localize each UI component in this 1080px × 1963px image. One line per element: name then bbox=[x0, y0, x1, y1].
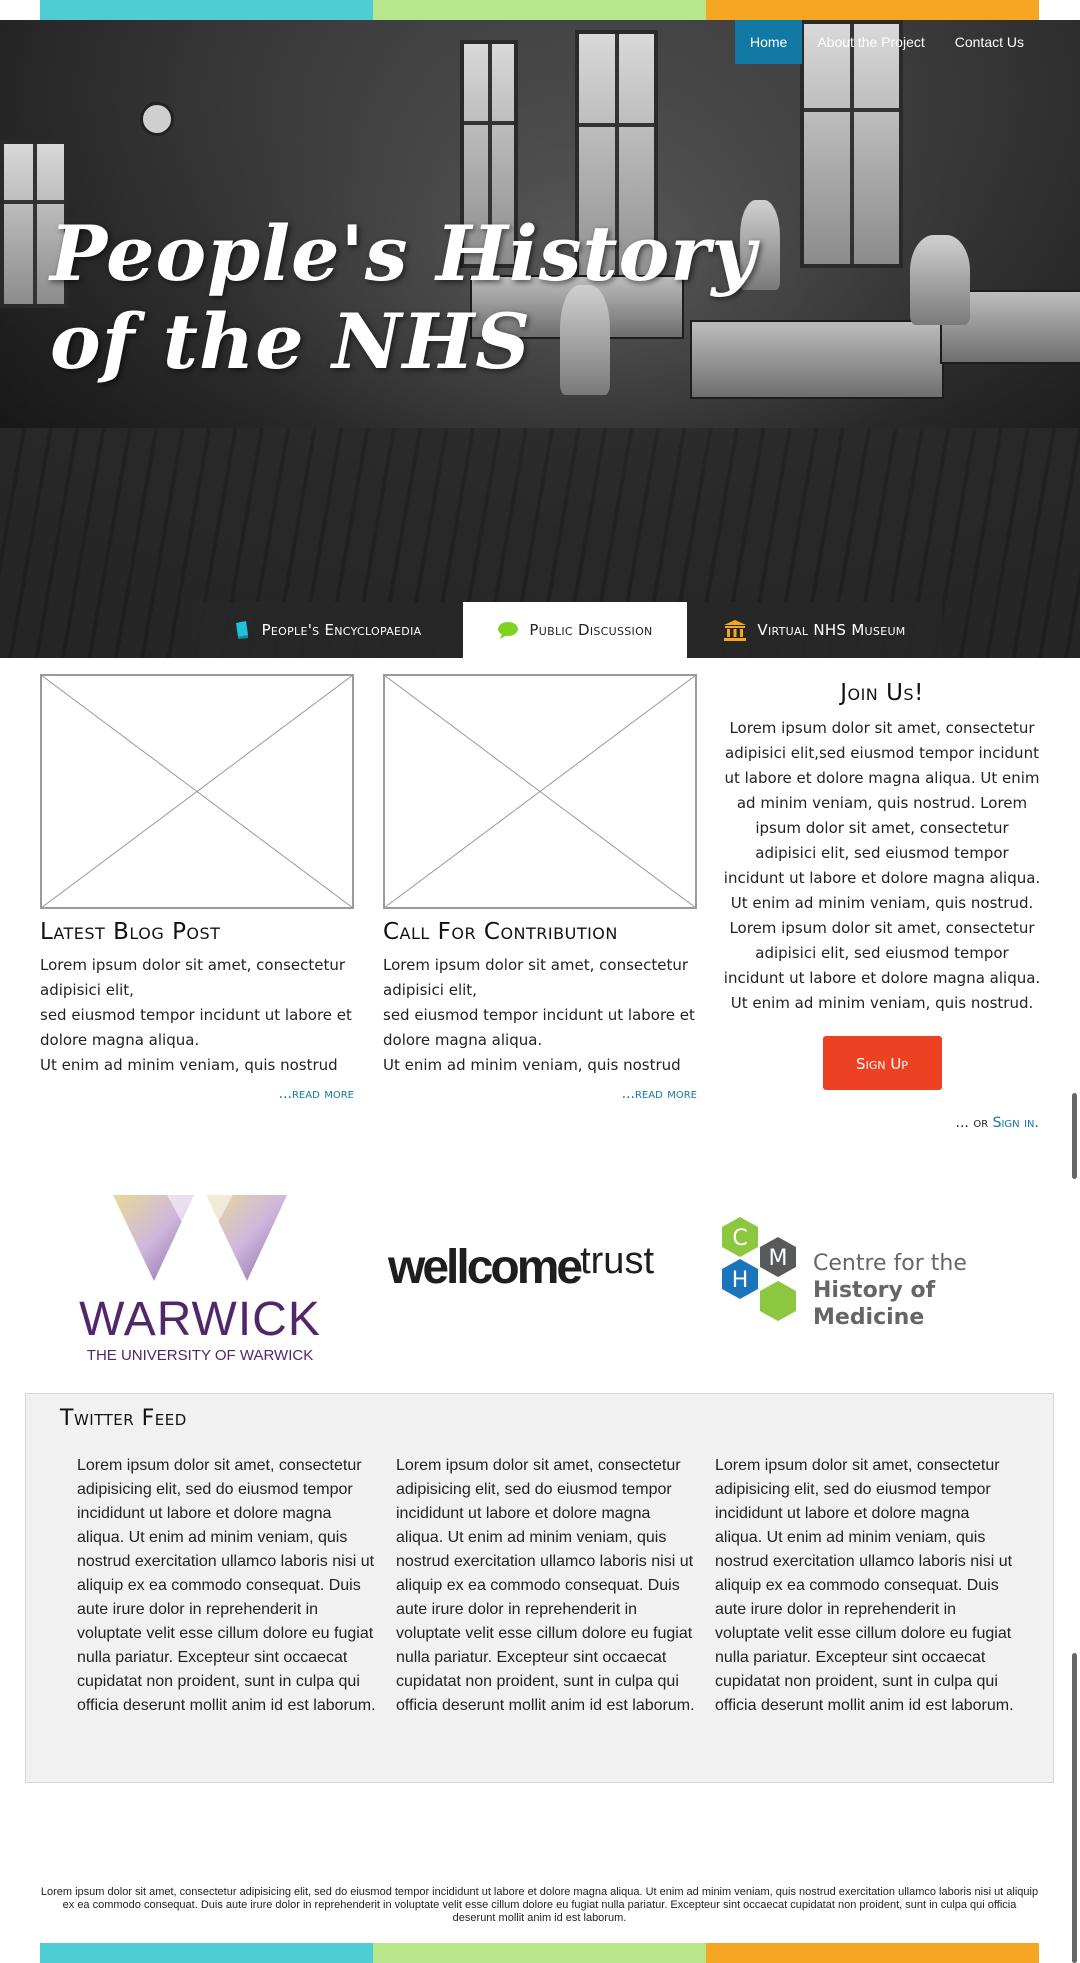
twitter-feed-title: Twitter Feed bbox=[60, 1406, 187, 1431]
chm-name: Centre for the History of Medicine bbox=[813, 1250, 1042, 1331]
sign-in-link[interactable]: Sign in. bbox=[993, 1115, 1039, 1131]
tweet-text: Lorem ipsum dolor sit amet, consectetur … bbox=[396, 1457, 695, 1714]
chm-letter-c: C bbox=[732, 1226, 747, 1251]
wellcome-wordmark: wellcome bbox=[388, 1241, 583, 1294]
trust-wordmark: trust bbox=[580, 1240, 654, 1282]
twitter-feed: Twitter Feed Lorem ipsum dolor sit amet,… bbox=[25, 1393, 1054, 1783]
tab-label: People's Encyclopaedia bbox=[261, 621, 422, 639]
museum-icon bbox=[723, 619, 747, 641]
centre-history-medicine-logo[interactable]: C M H Centre for the History of Medicine bbox=[718, 1215, 1042, 1330]
book-icon bbox=[232, 620, 252, 640]
tweet-text: Lorem ipsum dolor sit amet, consectetur … bbox=[715, 1457, 1014, 1714]
tab-public-discussion[interactable]: Public Discussion bbox=[463, 602, 687, 658]
warwick-wordmark: WARWICK bbox=[79, 1293, 321, 1346]
warwick-logo[interactable]: WARWICK THE UNIVERSITY OF WARWICK bbox=[72, 1195, 328, 1367]
hero-banner: People's History of the NHS bbox=[0, 20, 1080, 658]
card-body: Lorem ipsum dolor sit amet, consectetur … bbox=[40, 956, 352, 1074]
tab-peoples-encyclopaedia[interactable]: People's Encyclopaedia bbox=[190, 602, 463, 658]
image-placeholder bbox=[40, 674, 354, 909]
call-for-contribution-card: Call For Contribution Lorem ipsum dolor … bbox=[383, 674, 697, 1102]
hero-photo-child bbox=[910, 235, 970, 325]
main-nav: Home About the Project Contact Us bbox=[734, 20, 1039, 64]
read-more-link[interactable]: ...read more bbox=[40, 1086, 354, 1102]
sign-in-row: ... or Sign in. bbox=[956, 1115, 1039, 1131]
nav-home[interactable]: Home bbox=[734, 20, 803, 64]
color-bar-teal bbox=[40, 1943, 373, 1963]
scrollbar-thumb[interactable] bbox=[1072, 1093, 1077, 1179]
join-us-panel: Join Us! Lorem ipsum dolor sit amet, con… bbox=[723, 674, 1041, 1090]
chm-letter-m: M bbox=[769, 1246, 788, 1271]
tweet-text: Lorem ipsum dolor sit amet, consectetur … bbox=[77, 1457, 376, 1714]
nav-contact-us[interactable]: Contact Us bbox=[940, 20, 1039, 64]
chm-letter-h: H bbox=[732, 1268, 749, 1293]
chm-line-1: Centre for the bbox=[813, 1251, 967, 1276]
image-placeholder bbox=[383, 674, 697, 909]
join-us-body: Lorem ipsum dolor sit amet, consectetur … bbox=[723, 719, 1041, 1012]
color-bar-orange bbox=[706, 1943, 1039, 1963]
nav-about-the-project[interactable]: About the Project bbox=[802, 20, 939, 64]
footer-text: Lorem ipsum dolor sit amet, consectetur … bbox=[40, 1886, 1039, 1924]
bottom-color-bar bbox=[40, 1943, 1039, 1963]
speech-bubble-icon bbox=[497, 621, 519, 639]
scrollbar-thumb[interactable] bbox=[1072, 1653, 1077, 1963]
card-title: Latest Blog Post bbox=[40, 919, 221, 945]
color-bar-orange bbox=[706, 0, 1039, 20]
or-text: ... or bbox=[955, 1115, 993, 1131]
color-bar-green bbox=[373, 0, 706, 20]
sign-up-button[interactable]: Sign Up bbox=[822, 1036, 942, 1090]
read-more-link[interactable]: ...read more bbox=[383, 1086, 697, 1102]
wellcome-trust-logo[interactable]: wellcometrust bbox=[388, 1240, 693, 1300]
section-tabs: People's Encyclopaedia Public Discussion… bbox=[190, 602, 942, 658]
latest-blog-post-card: Latest Blog Post Lorem ipsum dolor sit a… bbox=[40, 674, 354, 1102]
hero-title-line-1: People's History bbox=[50, 209, 757, 298]
tab-virtual-nhs-museum[interactable]: Virtual NHS Museum bbox=[687, 602, 942, 658]
chm-hexagon-icon: C M H bbox=[722, 1217, 796, 1321]
warwick-chevron-icon bbox=[113, 1195, 287, 1281]
join-us-title: Join Us! bbox=[840, 680, 924, 706]
warwick-subtitle: THE UNIVERSITY OF WARWICK bbox=[86, 1347, 314, 1364]
card-body: Lorem ipsum dolor sit amet, consectetur … bbox=[383, 956, 695, 1074]
hero-photo-clock bbox=[140, 102, 174, 136]
hero-title-line-2: of the NHS bbox=[50, 297, 532, 386]
chm-line-2: History of Medicine bbox=[813, 1278, 936, 1330]
tab-label: Virtual NHS Museum bbox=[757, 621, 906, 639]
top-color-bar bbox=[40, 0, 1039, 20]
hero-title: People's History of the NHS bbox=[50, 210, 757, 386]
color-bar-teal bbox=[40, 0, 373, 20]
tab-label: Public Discussion bbox=[529, 621, 653, 639]
color-bar-green bbox=[373, 1943, 706, 1963]
card-title: Call For Contribution bbox=[383, 919, 618, 945]
